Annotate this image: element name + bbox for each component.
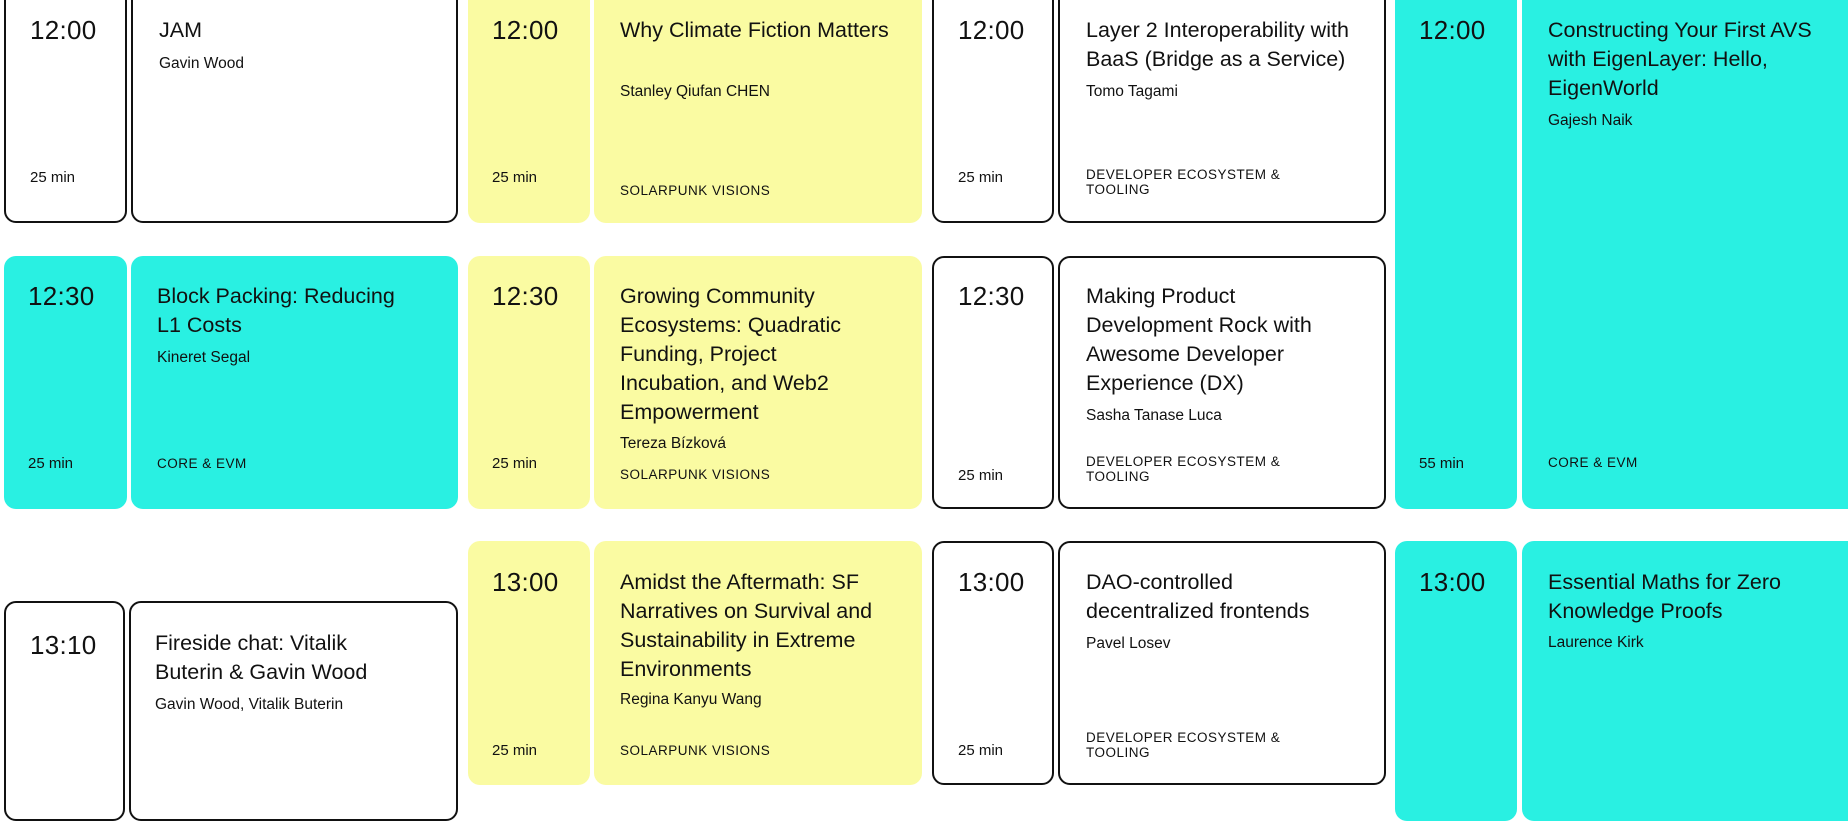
- session-time: 12:00: [492, 15, 559, 45]
- session-speaker: Sasha Tanase Luca: [1086, 407, 1222, 424]
- session-card-eigenlayer-avs[interactable]: Constructing Your First AVS with EigenLa…: [1522, 0, 1848, 509]
- session-duration: 25 min: [28, 455, 74, 472]
- session-title: Making Product Development Rock with Awe…: [1086, 284, 1312, 395]
- session-title: Essential Maths for Zero Knowledge Proof…: [1548, 570, 1782, 623]
- session-track: DEVELOPER ECOSYSTEM & TOOLING: [1086, 730, 1281, 760]
- session-track: SOLARPUNK VISIONS: [620, 743, 771, 758]
- session-time: 12:30: [492, 281, 559, 311]
- session-title: Fireside chat: Vitalik Buterin & Gavin W…: [155, 631, 368, 684]
- session-duration: 25 min: [492, 742, 538, 759]
- session-duration: 55 min: [1419, 455, 1465, 472]
- session-time: 13:00: [492, 567, 559, 597]
- session-time-card[interactable]: 12:30 25 min: [932, 256, 1054, 509]
- session-speaker: Tereza Bízková: [620, 435, 726, 452]
- session-title: Constructing Your First AVS with EigenLa…: [1548, 18, 1812, 100]
- session-time: 12:30: [958, 281, 1025, 311]
- session-track: SOLARPUNK VISIONS: [620, 183, 771, 198]
- session-track: DEVELOPER ECOSYSTEM & TOOLING: [1086, 167, 1281, 197]
- session-time-card[interactable]: 13:00: [1395, 541, 1517, 821]
- session-time-card[interactable]: 13:00 25 min: [468, 541, 590, 785]
- session-speaker: Tomo Tagami: [1086, 83, 1178, 100]
- session-title: Layer 2 Interoperability with BaaS (Brid…: [1086, 18, 1349, 71]
- session-speaker: Gavin Wood, Vitalik Buterin: [155, 696, 344, 713]
- session-time: 13:00: [958, 567, 1025, 597]
- session-title: DAO-controlled decentralized frontends: [1086, 570, 1310, 623]
- session-card-amidst-aftermath[interactable]: Amidst the Aftermath: SF Narratives on S…: [594, 541, 922, 785]
- session-card-community-ecosystems[interactable]: Growing Community Ecosystems: Quadratic …: [594, 256, 922, 509]
- session-track: CORE & EVM: [157, 456, 247, 471]
- session-title: Block Packing: Reducing L1 Costs: [157, 284, 395, 337]
- session-card-product-dx[interactable]: Making Product Development Rock with Awe…: [1058, 256, 1386, 509]
- session-time-card[interactable]: 13:10: [4, 601, 125, 821]
- session-card-layer2-interop[interactable]: Layer 2 Interoperability with BaaS (Brid…: [1058, 0, 1386, 223]
- session-track: DEVELOPER ECOSYSTEM & TOOLING: [1086, 454, 1281, 484]
- session-time-card[interactable]: 12:00 25 min: [932, 0, 1054, 223]
- session-time-card[interactable]: 12:30 25 min: [4, 256, 127, 509]
- session-speaker: Stanley Qiufan CHEN: [620, 83, 770, 100]
- session-time: 13:10: [30, 630, 97, 660]
- session-speaker: Kineret Segal: [157, 349, 251, 366]
- session-time-card[interactable]: 12:00 25 min: [468, 0, 590, 223]
- session-duration: 25 min: [492, 169, 538, 186]
- session-speaker: Pavel Losev: [1086, 635, 1171, 652]
- session-speaker: Gajesh Naik: [1548, 112, 1633, 129]
- session-title: Growing Community Ecosystems: Quadratic …: [620, 284, 842, 424]
- session-duration: 25 min: [958, 467, 1004, 484]
- session-card-jam[interactable]: JAM Gavin Wood: [131, 0, 458, 223]
- session-card-climate-fiction[interactable]: Why Climate Fiction Matters Stanley Qiuf…: [594, 0, 922, 223]
- session-time-card[interactable]: 13:00 25 min: [932, 541, 1054, 785]
- session-time-card[interactable]: 12:00 25 min: [4, 0, 127, 223]
- session-title: Amidst the Aftermath: SF Narratives on S…: [620, 570, 873, 681]
- session-track: CORE & EVM: [1548, 455, 1638, 470]
- session-title: Why Climate Fiction Matters: [620, 18, 889, 42]
- session-card-zk-maths[interactable]: Essential Maths for Zero Knowledge Proof…: [1522, 541, 1848, 821]
- session-card-fireside-chat[interactable]: Fireside chat: Vitalik Buterin & Gavin W…: [129, 601, 458, 821]
- session-speaker: Regina Kanyu Wang: [620, 691, 762, 708]
- session-card-block-packing[interactable]: Block Packing: Reducing L1 Costs Kineret…: [131, 256, 458, 509]
- session-duration: 25 min: [958, 169, 1004, 186]
- session-card-dao-frontends[interactable]: DAO-controlled decentralized frontends P…: [1058, 541, 1386, 785]
- session-time: 12:00: [30, 15, 97, 45]
- session-time: 13:00: [1419, 567, 1486, 597]
- session-duration: 25 min: [958, 742, 1004, 759]
- session-duration: 25 min: [492, 455, 538, 472]
- session-time-card[interactable]: 12:30 25 min: [468, 256, 590, 509]
- session-duration: 25 min: [30, 169, 76, 186]
- session-track: SOLARPUNK VISIONS: [620, 467, 771, 482]
- session-time-card[interactable]: 12:00 55 min: [1395, 0, 1517, 509]
- session-time: 12:30: [28, 281, 95, 311]
- session-time: 12:00: [1419, 15, 1486, 45]
- session-speaker: Laurence Kirk: [1548, 634, 1644, 651]
- session-title: JAM: [159, 18, 202, 42]
- session-time: 12:00: [958, 15, 1025, 45]
- session-speaker: Gavin Wood: [159, 55, 245, 72]
